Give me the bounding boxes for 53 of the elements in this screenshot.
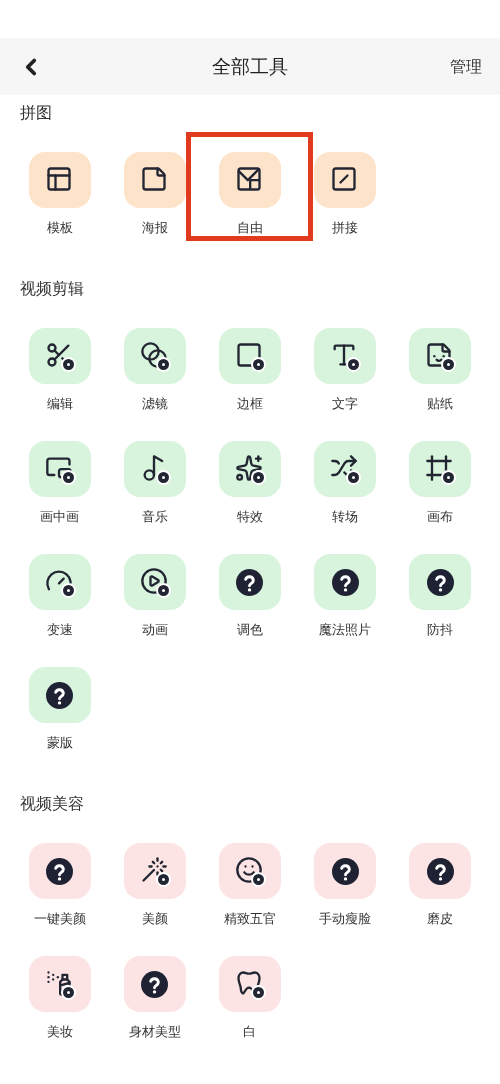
sticker-icon <box>425 341 456 371</box>
help-icon <box>331 857 359 885</box>
sparkle-icon <box>235 454 265 484</box>
tool-label: 特效 <box>237 508 263 525</box>
help-icon <box>426 568 454 596</box>
tool-label: 画中画 <box>40 508 80 525</box>
help-icon <box>331 568 359 596</box>
tool-label: 文字 <box>332 395 359 412</box>
tool-label: 转场 <box>332 508 359 525</box>
tool-label: 一键美颜 <box>33 910 86 927</box>
tool-label: 画布 <box>427 508 454 525</box>
tool-label: 调色 <box>237 621 263 638</box>
section-title: 视频剪辑 <box>19 279 85 299</box>
tool-label: 动画 <box>141 621 168 638</box>
section-title: 拼图 <box>19 103 53 123</box>
tool-item[interactable]: 蒙版 <box>0 647 124 756</box>
tool-label: 变速 <box>46 621 73 638</box>
manage-button[interactable]: 管理 <box>450 54 482 79</box>
tool-label: 魔法照片 <box>319 621 372 638</box>
tooth-icon <box>235 969 265 999</box>
tool-label: 拼接 <box>332 219 359 236</box>
tool-label: 贴纸 <box>427 395 454 412</box>
tool-label: 白 <box>243 1023 257 1040</box>
frame-icon <box>235 341 265 371</box>
tool-label: 音乐 <box>141 508 168 525</box>
tool-label: 身材美型 <box>128 1023 181 1040</box>
tool-label: 自由 <box>237 219 263 236</box>
help-icon <box>46 857 74 885</box>
help-icon <box>236 568 264 596</box>
help-icon <box>426 857 454 885</box>
scissors-icon <box>44 341 75 371</box>
tool-label: 精致五官 <box>224 910 276 927</box>
section-title: 视频美容 <box>19 794 85 814</box>
tool-label: 模板 <box>46 219 73 236</box>
tool-label: 手动瘦脸 <box>319 910 372 927</box>
tool-label: 磨皮 <box>427 910 454 927</box>
tool-label: 海报 <box>141 219 168 236</box>
tool-label: 美颜 <box>141 910 168 927</box>
help-icon <box>46 681 74 709</box>
help-icon <box>141 970 169 998</box>
play-icon <box>139 567 170 597</box>
spray-icon <box>44 969 75 999</box>
page-title: 全部工具 <box>212 54 288 80</box>
wand-icon <box>139 856 170 886</box>
tool-item[interactable]: 自由 <box>186 132 314 241</box>
tool-label: 蒙版 <box>46 734 73 751</box>
circles-icon <box>139 341 170 371</box>
tool-label: 边框 <box>237 395 263 412</box>
tool-label: 编辑 <box>46 395 73 412</box>
tool-label: 滤镜 <box>141 395 168 412</box>
tool-label: 美妆 <box>46 1023 73 1040</box>
face-icon <box>235 856 265 886</box>
tool-label: 防抖 <box>427 621 454 638</box>
